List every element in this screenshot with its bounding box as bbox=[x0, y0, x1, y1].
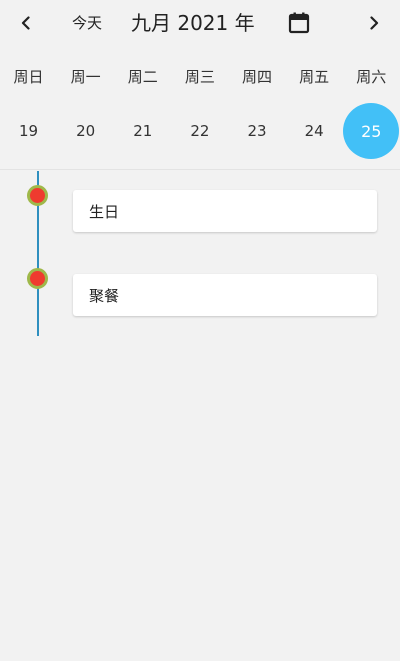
event-card[interactable]: 聚餐 bbox=[73, 274, 377, 316]
weekday-thursday: 周四 bbox=[242, 67, 273, 86]
calendar-app: 今天 九月 2021 年 周日 周一 周二 周三 周四 周五 周六 19 20 … bbox=[0, 0, 400, 661]
weekday-friday: 周五 bbox=[299, 67, 330, 86]
selected-date-number: 25 bbox=[343, 103, 400, 159]
date-cell[interactable]: 23 bbox=[229, 102, 286, 160]
week-dates-row: 19 20 21 22 23 24 25 bbox=[0, 102, 400, 160]
date-number: 22 bbox=[190, 122, 210, 140]
timeline-dot bbox=[27, 268, 48, 289]
prev-week-button[interactable] bbox=[9, 6, 43, 40]
date-cell-selected[interactable]: 25 bbox=[343, 102, 400, 160]
weekday-sunday: 周日 bbox=[13, 67, 44, 86]
date-cell[interactable]: 22 bbox=[171, 102, 228, 160]
month-title: 九月 2021 年 bbox=[131, 11, 255, 35]
calendar-picker-button[interactable] bbox=[284, 8, 314, 38]
date-number: 19 bbox=[19, 122, 39, 140]
event-card[interactable]: 生日 bbox=[73, 190, 377, 232]
today-button[interactable]: 今天 bbox=[72, 10, 102, 36]
header-divider bbox=[0, 169, 400, 170]
chevron-right-icon bbox=[370, 16, 379, 30]
date-number: 20 bbox=[76, 122, 96, 140]
date-cell[interactable]: 20 bbox=[57, 102, 114, 160]
weekday-tuesday: 周二 bbox=[127, 67, 158, 86]
weekday-monday: 周一 bbox=[70, 67, 101, 86]
weekday-saturday: 周六 bbox=[356, 67, 387, 86]
date-cell[interactable]: 24 bbox=[286, 102, 343, 160]
calendar-header: 今天 九月 2021 年 bbox=[0, 0, 400, 46]
date-cell[interactable]: 19 bbox=[0, 102, 57, 160]
next-week-button[interactable] bbox=[357, 6, 391, 40]
calendar-icon bbox=[288, 12, 310, 34]
event-title: 生日 bbox=[89, 202, 120, 221]
timeline-dot bbox=[27, 185, 48, 206]
chevron-left-icon bbox=[21, 16, 30, 30]
date-number: 24 bbox=[304, 122, 324, 140]
date-number: 23 bbox=[247, 122, 267, 140]
date-cell[interactable]: 21 bbox=[114, 102, 171, 160]
weekday-header-row: 周日 周一 周二 周三 周四 周五 周六 bbox=[0, 60, 400, 92]
weekday-wednesday: 周三 bbox=[184, 67, 215, 86]
event-title: 聚餐 bbox=[89, 286, 120, 305]
date-number: 21 bbox=[133, 122, 153, 140]
